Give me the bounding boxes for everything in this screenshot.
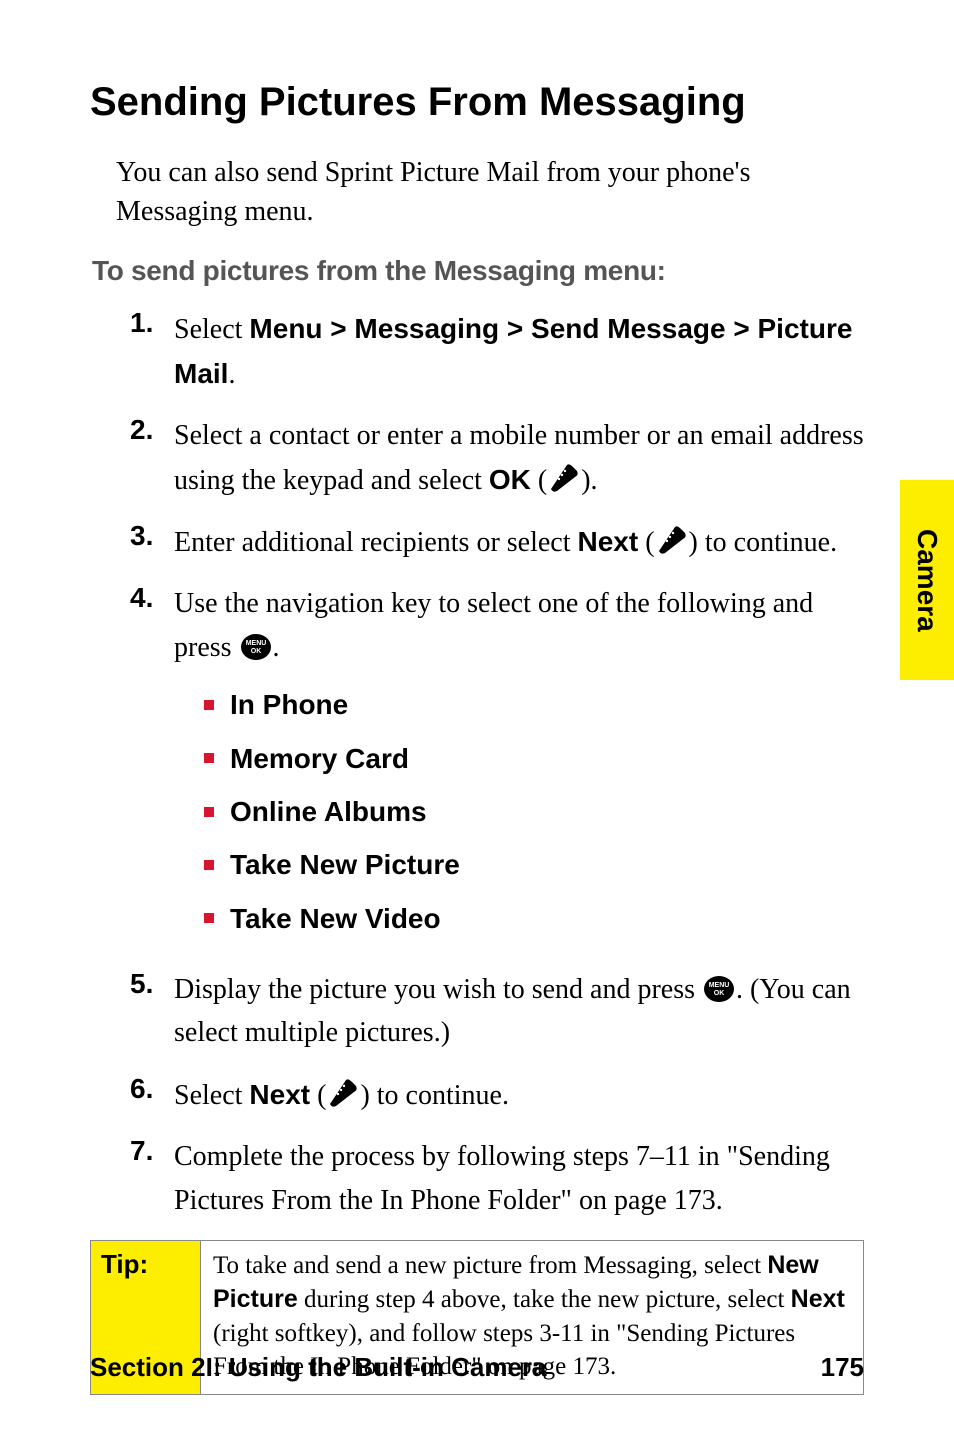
page-heading: Sending Pictures From Messaging: [90, 80, 864, 125]
bold-text: Next: [249, 1079, 310, 1110]
list-text: Memory Card: [230, 737, 409, 780]
bullet-icon: [204, 753, 214, 763]
svg-text:MENU: MENU: [709, 982, 730, 989]
step-5: 5. Display the picture you wish to send …: [130, 968, 864, 1055]
footer-section: Section 2I: Using the Built-in Camera: [90, 1352, 547, 1383]
page-footer: Section 2I: Using the Built-in Camera 17…: [90, 1352, 864, 1383]
text: Complete the process by following steps …: [174, 1141, 830, 1215]
list-text: In Phone: [230, 683, 348, 726]
list-text: Take New Video: [230, 897, 441, 940]
step-body: Use the navigation key to select one of …: [174, 582, 864, 950]
step-body: Complete the process by following steps …: [174, 1135, 864, 1222]
sub-heading: To send pictures from the Messaging menu…: [92, 255, 864, 287]
text: To take and send a new picture from Mess…: [213, 1252, 767, 1279]
bullet-icon: [204, 860, 214, 870]
phone-icon: [326, 1078, 360, 1108]
step-2: 2. Select a contact or enter a mobile nu…: [130, 414, 864, 502]
step-number: 4.: [130, 582, 174, 950]
footer-page-number: 175: [821, 1352, 864, 1383]
bold-text: Next: [578, 526, 639, 557]
side-tab: Camera: [900, 480, 954, 680]
list-item: Memory Card: [204, 737, 864, 780]
text: .: [273, 632, 280, 663]
intro-paragraph: You can also send Sprint Picture Mail fr…: [116, 153, 864, 231]
menu-ok-icon: MENUOK: [239, 632, 273, 662]
step-body: Select a contact or enter a mobile numbe…: [174, 414, 864, 502]
text: (: [531, 465, 547, 496]
step-body: Select Next ( ) to continue.: [174, 1073, 864, 1117]
svg-text:MENU: MENU: [245, 640, 266, 647]
page: Sending Pictures From Messaging You can …: [0, 0, 954, 1431]
step-number: 3.: [130, 520, 174, 564]
phone-icon: [547, 463, 581, 493]
list-item: Online Albums: [204, 790, 864, 833]
step-3: 3. Enter additional recipients or select…: [130, 520, 864, 564]
step-number: 7.: [130, 1135, 174, 1222]
text: Select: [174, 314, 249, 345]
sub-list: In Phone Memory Card Online Albums Take …: [204, 683, 864, 940]
step-1: 1. Select Menu > Messaging > Send Messag…: [130, 307, 864, 396]
bullet-icon: [204, 700, 214, 710]
step-6: 6. Select Next ( ) to continue.: [130, 1073, 864, 1117]
step-number: 6.: [130, 1073, 174, 1117]
text: ) to continue.: [360, 1080, 509, 1111]
step-4: 4. Use the navigation key to select one …: [130, 582, 864, 950]
bullet-icon: [204, 913, 214, 923]
step-body: Display the picture you wish to send and…: [174, 968, 864, 1055]
text: ).: [581, 465, 597, 496]
bold-text: OK: [489, 464, 531, 495]
bold-text: Next: [791, 1285, 845, 1313]
list-item: In Phone: [204, 683, 864, 726]
phone-icon: [655, 525, 689, 555]
text: ) to continue.: [689, 527, 838, 558]
step-list: 1. Select Menu > Messaging > Send Messag…: [130, 307, 864, 1222]
list-item: Take New Picture: [204, 843, 864, 886]
step-body: Select Menu > Messaging > Send Message >…: [174, 307, 864, 396]
text: during step 4 above, take the new pictur…: [298, 1286, 791, 1313]
list-text: Online Albums: [230, 790, 427, 833]
step-body: Enter additional recipients or select Ne…: [174, 520, 864, 564]
svg-text:OK: OK: [714, 990, 725, 997]
tab-label: Camera: [911, 529, 943, 632]
bullet-icon: [204, 807, 214, 817]
text: Display the picture you wish to send and…: [174, 974, 702, 1005]
svg-text:OK: OK: [250, 648, 261, 655]
step-7: 7. Complete the process by following ste…: [130, 1135, 864, 1222]
step-number: 5.: [130, 968, 174, 1055]
text: .: [228, 359, 235, 390]
text: (: [310, 1080, 326, 1111]
step-number: 1.: [130, 307, 174, 396]
menu-ok-icon: MENUOK: [702, 974, 736, 1004]
bold-text: Menu > Messaging > Send Message > Pictur…: [174, 313, 852, 388]
text: (: [638, 527, 654, 558]
list-text: Take New Picture: [230, 843, 460, 886]
text: Enter additional recipients or select: [174, 527, 578, 558]
list-item: Take New Video: [204, 897, 864, 940]
step-number: 2.: [130, 414, 174, 502]
text: Select: [174, 1080, 249, 1111]
